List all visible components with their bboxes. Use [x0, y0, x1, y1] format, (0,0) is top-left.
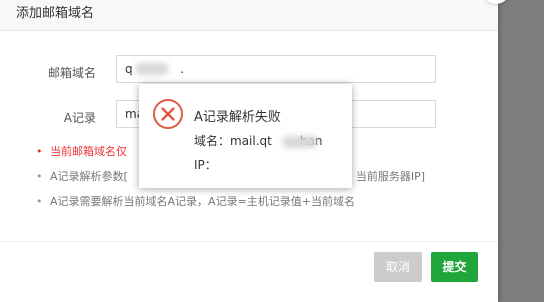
submit-button[interactable]: 提交 — [431, 252, 478, 282]
cancel-button[interactable]: 取消 — [374, 252, 422, 282]
domain-input-value-tail: . — [180, 62, 185, 76]
domain-input-value: q — [125, 62, 133, 76]
error-icon — [153, 99, 183, 129]
dialog-header: 添加邮箱域名 — [0, 0, 498, 31]
a-record-label: A记录 — [63, 111, 96, 125]
domain-label: 邮箱域名 — [47, 66, 96, 80]
dialog-title: 添加邮箱域名 — [16, 6, 95, 21]
error-alert: A记录解析失败 域名：mail.qthan IP： — [139, 84, 352, 188]
footer-divider — [0, 241, 498, 242]
redaction-blur — [136, 63, 168, 75]
tip-item: A记录需要解析当前域名A记录，A记录=主机记录值+当前域名 — [36, 194, 425, 219]
redaction-blur — [283, 136, 317, 148]
alert-ip: IP： — [194, 158, 217, 172]
alert-title: A记录解析失败 — [194, 110, 281, 125]
